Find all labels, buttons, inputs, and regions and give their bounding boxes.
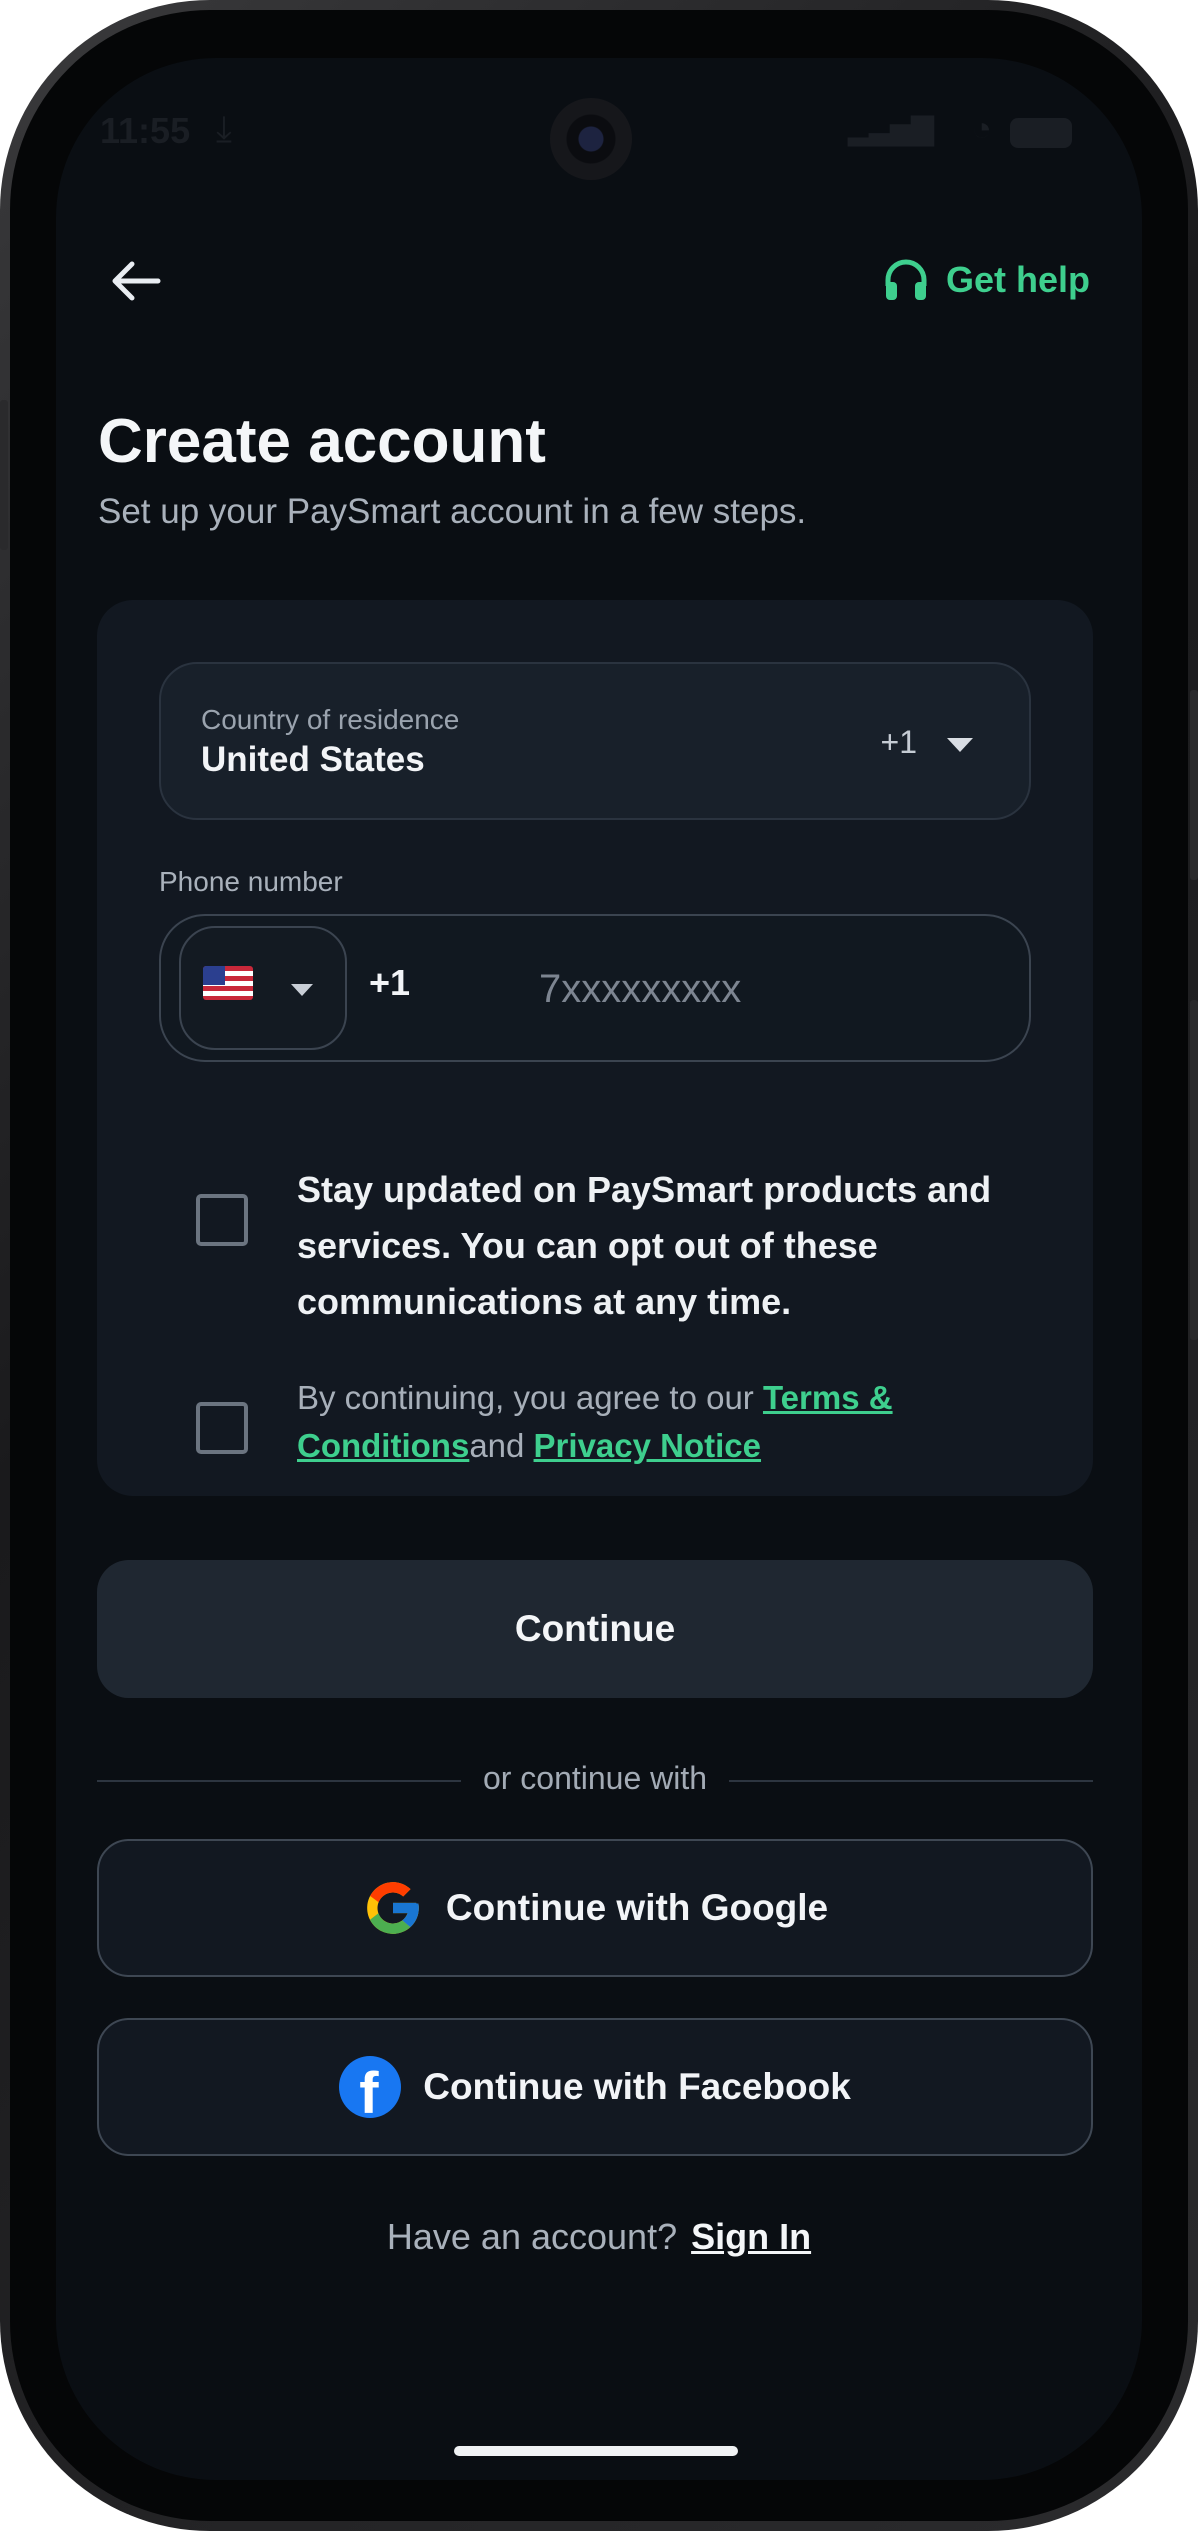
signin-prompt: Have an account? [386, 2216, 678, 2257]
home-indicator[interactable] [454, 2446, 738, 2456]
phone-field: +1 [159, 914, 1031, 1062]
back-button[interactable] [106, 256, 166, 306]
caret-down-icon [291, 984, 313, 996]
headphones-icon [885, 259, 927, 300]
phone-number-input[interactable] [537, 948, 1001, 1030]
get-help-button[interactable]: Get help [882, 253, 1090, 307]
get-help-label: Get help [945, 259, 1090, 300]
flag-dropdown-button[interactable] [179, 926, 347, 1050]
divider-line [729, 1780, 1093, 1782]
facebook-button-label: Continue with Facebook [423, 2066, 851, 2107]
us-flag-icon [203, 966, 253, 1000]
caret-down-icon [947, 738, 973, 752]
terms-prefix: By continuing, you agree to our [297, 1379, 763, 1416]
download-icon: ⤓ [216, 108, 232, 149]
terms-joiner: and [469, 1427, 534, 1464]
wifi-icon: ◔ [971, 110, 992, 148]
sign-in-link[interactable]: Sign In [691, 2216, 811, 2257]
side-button [0, 400, 8, 550]
continue-with-facebook-button[interactable]: f Continue with Facebook [97, 2018, 1093, 2156]
arrow-left-icon [112, 261, 161, 301]
continue-button[interactable]: Continue [97, 1560, 1093, 1698]
divider-text: or continue with [482, 1760, 708, 1796]
google-icon [367, 1882, 419, 1934]
front-camera [550, 98, 632, 180]
country-label: Country of residence [201, 704, 460, 735]
signal-icon: ▂▃▅▇ [847, 113, 934, 146]
country-value: United States [201, 740, 425, 779]
status-time: 11:55 [100, 110, 191, 151]
country-dial-code: +1 [880, 724, 917, 760]
page-title: Create account [98, 407, 546, 476]
page-subtitle: Set up your PaySmart account in a few st… [98, 492, 807, 531]
signin-row: Have an account? Sign In [56, 2216, 1142, 2258]
side-button [1190, 690, 1198, 880]
phone-dial-code: +1 [369, 962, 411, 1003]
battery-icon [1010, 118, 1072, 148]
side-button [1190, 1000, 1198, 1340]
or-divider: or continue with [97, 1758, 1093, 1802]
google-button-label: Continue with Google [445, 1887, 829, 1928]
marketing-checkbox[interactable] [196, 1194, 248, 1246]
app-screen: 11:55 ⤓ ▂▃▅▇ ◔ Get help Create account S… [56, 58, 1142, 2480]
marketing-consent-text: Stay updated on PaySmart products and se… [297, 1169, 992, 1322]
privacy-link[interactable]: Privacy Notice [534, 1427, 761, 1464]
country-select[interactable]: Country of residence United States +1 [159, 662, 1031, 820]
phone-label: Phone number [159, 866, 343, 897]
signup-form-card: Country of residence United States +1 Ph… [97, 600, 1093, 1496]
terms-consent-text: By continuing, you agree to our Terms & … [297, 1374, 1017, 1470]
facebook-icon: f [339, 2056, 402, 2126]
terms-checkbox[interactable] [196, 1402, 248, 1454]
continue-with-google-button[interactable]: Continue with Google [97, 1839, 1093, 1977]
